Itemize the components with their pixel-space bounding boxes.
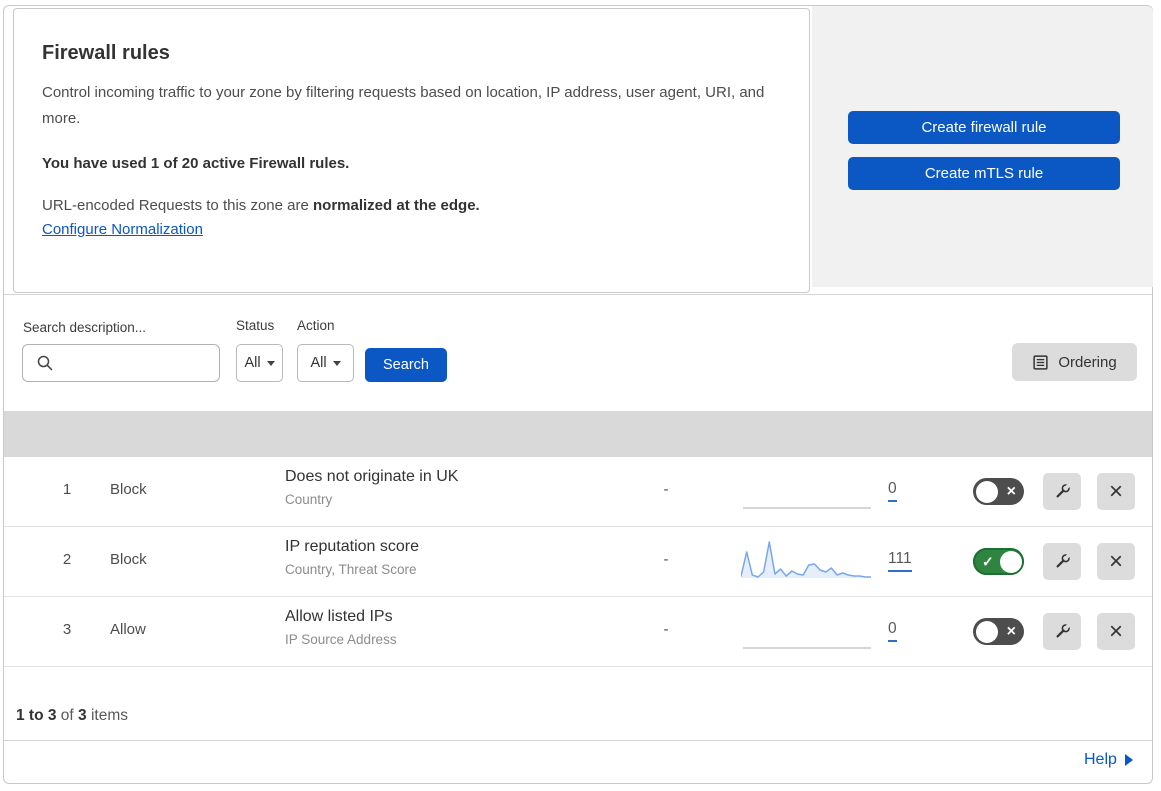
- rule-action: Block: [110, 551, 147, 568]
- rule-action: Block: [110, 481, 147, 498]
- action-filter-value: All: [310, 355, 327, 371]
- rule-enable-toggle[interactable]: ×: [973, 478, 1024, 505]
- page-title: Firewall rules: [42, 42, 170, 64]
- wrench-icon: [1055, 623, 1071, 638]
- rule-priority: 2: [62, 551, 72, 568]
- toggle-state-icon: ×: [1006, 482, 1016, 500]
- rule-title: Allow listed IPs: [285, 608, 393, 625]
- rule-fields: IP Source Address: [285, 632, 397, 647]
- activity-sparkline: [741, 606, 873, 650]
- search-label: Search description...: [23, 320, 147, 335]
- rule-csr-value: -: [663, 481, 669, 498]
- action-filter-label: Action: [297, 318, 335, 333]
- wrench-icon: [1055, 483, 1071, 498]
- search-button[interactable]: Search: [365, 348, 447, 382]
- rule-action: Allow: [110, 621, 146, 638]
- toggle-state-icon: ×: [1006, 622, 1016, 640]
- delete-rule-button[interactable]: ×: [1097, 613, 1135, 650]
- rule-fields: Country: [285, 492, 333, 507]
- status-filter-dropdown[interactable]: All: [236, 344, 283, 382]
- activity-sparkline: [741, 466, 873, 510]
- rule-fields: Country, Threat Score: [285, 562, 417, 577]
- range-text: 1 to 3: [16, 707, 57, 724]
- table-row: 1 Block Does not originate in UK Country…: [4, 457, 1152, 527]
- edit-rule-button[interactable]: [1043, 473, 1081, 510]
- top-divider: [4, 294, 1152, 295]
- activity-count-link[interactable]: 0: [888, 620, 897, 643]
- normalization-text: URL-encoded Requests to this zone are: [42, 197, 313, 214]
- normalization-bold: normalized at the edge.: [313, 197, 480, 214]
- activity-count-link[interactable]: 0: [888, 480, 897, 503]
- x-icon: ×: [1108, 547, 1123, 575]
- help-label: Help: [1084, 751, 1117, 768]
- status-filter-value: All: [244, 355, 261, 371]
- toggle-state-icon: ✓: [982, 553, 994, 569]
- search-input[interactable]: [22, 344, 220, 382]
- items-text: items: [90, 707, 129, 724]
- of-text: of: [60, 707, 74, 724]
- rule-enable-toggle[interactable]: ×: [973, 618, 1024, 645]
- chevron-down-icon: [332, 360, 341, 366]
- activity-count-link[interactable]: 111: [888, 550, 912, 573]
- wrench-icon: [1055, 553, 1071, 568]
- bottom-divider: [4, 740, 1152, 741]
- table-header: Action Description CSRi Activity last 24…: [4, 411, 1152, 457]
- firewall-rules-page: Firewall rules Control incoming traffic …: [0, 0, 1161, 791]
- rule-csr-value: -: [663, 621, 669, 638]
- configure-normalization-link[interactable]: Configure Normalization: [42, 221, 203, 238]
- actions-side-panel: [812, 6, 1153, 287]
- ordering-button-label: Ordering: [1058, 353, 1117, 371]
- rule-enable-toggle[interactable]: ✓: [973, 548, 1024, 575]
- toggle-knob: [975, 620, 998, 643]
- activity-sparkline: [740, 536, 873, 580]
- arrow-right-icon: [1124, 754, 1133, 766]
- x-icon: ×: [1108, 617, 1123, 645]
- x-icon: ×: [1108, 477, 1123, 505]
- rule-title: Does not originate in UK: [285, 468, 459, 485]
- rule-title: IP reputation score: [285, 538, 420, 555]
- toggle-knob: [975, 480, 998, 503]
- create-mtls-rule-button[interactable]: Create mTLS rule: [848, 157, 1120, 190]
- help-link[interactable]: Help: [1084, 751, 1133, 769]
- delete-rule-button[interactable]: ×: [1097, 543, 1135, 580]
- total-text: 3: [78, 707, 87, 724]
- edit-rule-button[interactable]: [1043, 613, 1081, 650]
- page-description: Control incoming traffic to your zone by…: [42, 84, 765, 127]
- delete-rule-button[interactable]: ×: [1097, 473, 1135, 510]
- rule-description: IP reputation score Country, Threat Scor…: [285, 538, 419, 577]
- edit-rule-button[interactable]: [1043, 543, 1081, 580]
- rule-csr-value: -: [663, 551, 669, 568]
- chevron-down-icon: [266, 360, 275, 366]
- ordering-button[interactable]: Ordering: [1012, 343, 1137, 381]
- rule-description: Allow listed IPs IP Source Address: [285, 608, 397, 647]
- create-firewall-rule-button[interactable]: Create firewall rule: [848, 111, 1120, 144]
- normalization-note: URL-encoded Requests to this zone are no…: [42, 197, 781, 214]
- action-filter-dropdown[interactable]: All: [297, 344, 354, 382]
- header-card: Firewall rules Control incoming traffic …: [13, 8, 810, 293]
- rule-priority: 3: [62, 621, 72, 638]
- pagination-summary: 1 to 3 of 3 items: [16, 707, 128, 725]
- rule-priority: 1: [62, 481, 72, 498]
- table-row: 2 Block IP reputation score Country, Thr…: [4, 527, 1152, 597]
- list-document-icon: [1033, 354, 1048, 370]
- toggle-knob: [999, 550, 1022, 573]
- status-filter-label: Status: [236, 318, 275, 333]
- rule-description: Does not originate in UK Country: [285, 468, 458, 507]
- usage-summary: You have used 1 of 20 active Firewall ru…: [42, 155, 350, 172]
- table-row: 3 Allow Allow listed IPs IP Source Addre…: [4, 597, 1152, 667]
